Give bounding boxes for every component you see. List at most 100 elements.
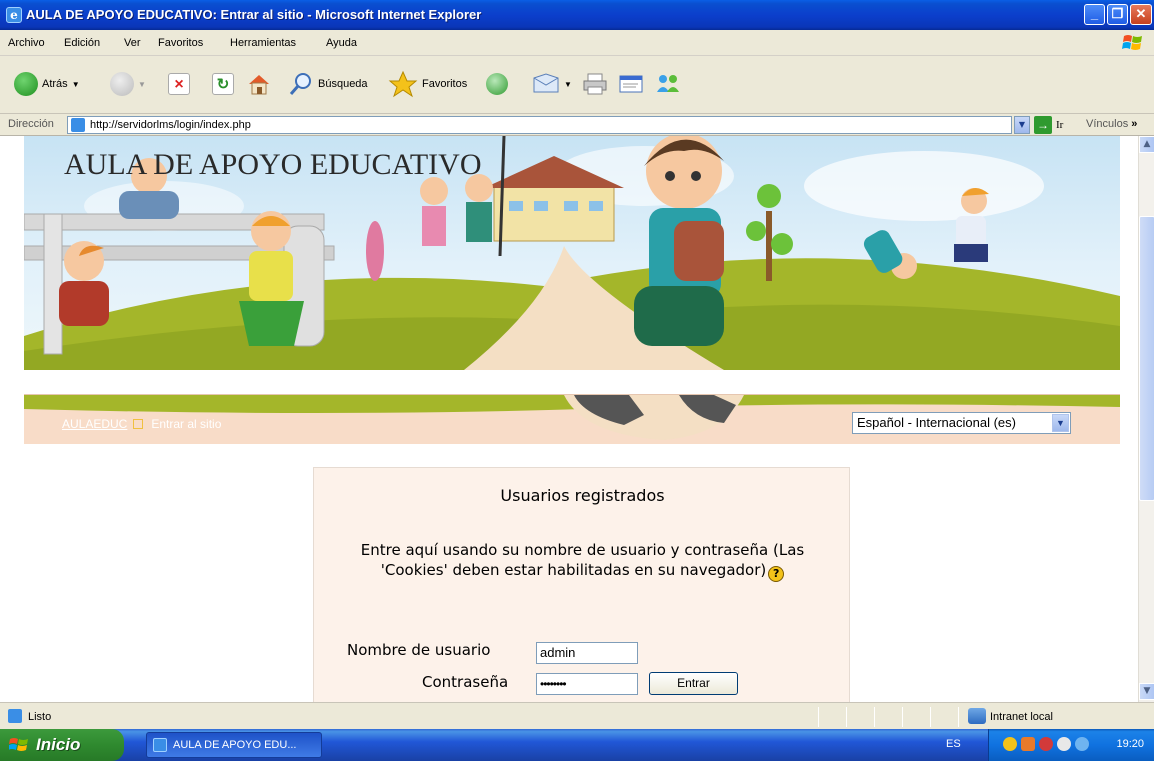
- back-button[interactable]: Atrás ▼: [14, 64, 80, 104]
- scroll-up-icon[interactable]: ▲: [1139, 136, 1154, 153]
- toolbar: Atrás ▼ ▼ × ↻ Búsqueda Favoritos ▼: [0, 56, 1154, 114]
- go-button[interactable]: → Ir: [1034, 116, 1063, 134]
- edit-button[interactable]: [618, 64, 644, 104]
- links-label: Vínculos: [1086, 118, 1129, 130]
- ie-icon: [153, 738, 167, 752]
- back-dropdown-icon[interactable]: ▼: [72, 80, 80, 89]
- messenger-button[interactable]: [654, 64, 682, 104]
- close-button[interactable]: ✕: [1130, 4, 1152, 25]
- url-input[interactable]: http://servidorlms/login/index.php: [67, 116, 1012, 134]
- status-divider: [930, 707, 931, 727]
- username-label: Nombre de usuario: [347, 641, 491, 659]
- back-arrow-icon: [14, 72, 38, 96]
- help-icon[interactable]: ?: [768, 566, 785, 582]
- address-dropdown-icon[interactable]: ▼: [1014, 116, 1030, 134]
- links-button[interactable]: Vínculos »: [1086, 118, 1137, 130]
- menu-archivo[interactable]: Archivo: [8, 37, 45, 49]
- favorites-label: Favoritos: [422, 78, 468, 90]
- intranet-zone-icon: [968, 708, 986, 724]
- maximize-button[interactable]: ❐: [1107, 4, 1128, 25]
- menu-bar: Archivo Edición Ver Favoritos Herramient…: [0, 30, 1154, 56]
- security-zone: Intranet local: [990, 711, 1053, 723]
- scroll-down-icon[interactable]: ▼: [1139, 683, 1154, 700]
- antivirus-icon[interactable]: [1039, 737, 1053, 751]
- status-divider: [902, 707, 903, 727]
- status-text: Listo: [28, 711, 52, 723]
- banner-gap: [24, 370, 1120, 394]
- header-banner: AULA DE APOYO EDUCATIVO: [24, 136, 1120, 370]
- site-title: AULA DE APOYO EDUCATIVO: [64, 148, 482, 181]
- messenger-icon: [657, 75, 679, 92]
- history-button[interactable]: [486, 64, 508, 104]
- username-input[interactable]: admin: [536, 642, 638, 664]
- print-button[interactable]: [582, 64, 608, 104]
- stop-button[interactable]: ×: [168, 64, 190, 104]
- go-label: Ir: [1056, 119, 1064, 131]
- vertical-scrollbar[interactable]: ▲ ▼: [1138, 136, 1154, 702]
- clock[interactable]: 19:20: [1116, 738, 1144, 750]
- windows-logo-icon: [1122, 35, 1142, 50]
- star-icon: [388, 70, 418, 98]
- mail-icon: [533, 73, 559, 93]
- password-input[interactable]: ••••••••: [536, 673, 638, 695]
- language-indicator[interactable]: ES: [946, 738, 961, 750]
- search-button[interactable]: Búsqueda: [288, 64, 368, 104]
- search-icon: [289, 73, 311, 95]
- refresh-button[interactable]: ↻: [212, 64, 234, 104]
- weather-icon[interactable]: [1057, 737, 1071, 751]
- forward-dropdown-icon[interactable]: ▼: [138, 80, 146, 89]
- search-label: Búsqueda: [318, 78, 368, 90]
- menu-ver[interactable]: Ver: [124, 37, 141, 49]
- network-icon[interactable]: [1021, 737, 1035, 751]
- volume-icon[interactable]: [1075, 737, 1089, 751]
- start-label: Inicio: [36, 735, 81, 754]
- back-label: Atrás: [42, 78, 68, 90]
- chevron-down-icon: ▼: [1052, 414, 1069, 432]
- mail-dropdown-icon[interactable]: ▼: [564, 80, 572, 89]
- taskbar-item-ie[interactable]: AULA DE APOYO EDU...: [146, 732, 322, 758]
- forward-button[interactable]: ▼: [110, 64, 146, 104]
- refresh-icon: ↻: [212, 73, 234, 95]
- window-titlebar[interactable]: e AULA DE APOYO EDUCATIVO: Entrar al sit…: [0, 0, 1154, 30]
- start-button[interactable]: Inicio: [0, 729, 124, 761]
- security-shield-icon[interactable]: [1003, 737, 1017, 751]
- scroll-thumb[interactable]: [1139, 216, 1154, 501]
- window-title: AULA DE APOYO EDUCATIVO: Entrar al sitio…: [26, 7, 482, 22]
- status-bar: Listo Intranet local: [0, 702, 1154, 729]
- mail-button[interactable]: ▼: [532, 64, 572, 104]
- login-box: Usuarios registrados Entre aquí usando s…: [313, 467, 850, 702]
- breadcrumb-current: Entrar al sitio: [151, 417, 222, 431]
- windows-flag-icon: [9, 738, 28, 751]
- forward-arrow-icon: [110, 72, 134, 96]
- status-divider: [846, 707, 847, 727]
- system-tray: 19:20: [988, 729, 1154, 761]
- stop-icon: ×: [168, 73, 190, 95]
- language-select[interactable]: Español - Internacional (es) ▼: [852, 412, 1071, 434]
- url-text: http://servidorlms/login/index.php: [90, 119, 251, 131]
- page-content: AULA DE APOYO EDUCATIVO AULAEDUC Entrar a…: [0, 136, 1138, 702]
- history-icon: [486, 73, 508, 95]
- breadcrumb-separator-icon: [133, 419, 144, 429]
- go-arrow-icon: →: [1034, 116, 1052, 134]
- login-instructions-text: Entre aquí usando su nombre de usuario y…: [360, 541, 805, 579]
- taskbar-item-label: AULA DE APOYO EDU...: [173, 739, 297, 751]
- menu-favoritos[interactable]: Favoritos: [158, 37, 203, 49]
- breadcrumb: AULAEDUC Entrar al sitio: [62, 417, 221, 431]
- status-divider: [818, 707, 819, 727]
- login-instructions: Entre aquí usando su nombre de usuario y…: [354, 540, 811, 582]
- login-submit-button[interactable]: Entrar: [649, 672, 738, 695]
- address-label: Dirección: [8, 118, 54, 130]
- address-bar: Dirección http://servidorlms/login/index…: [0, 114, 1154, 136]
- home-icon: [249, 75, 269, 95]
- menu-edicion[interactable]: Edición: [64, 37, 100, 49]
- home-button[interactable]: [246, 64, 272, 104]
- breadcrumb-home-link[interactable]: AULAEDUC: [62, 417, 127, 431]
- menu-herramientas[interactable]: Herramientas: [230, 37, 296, 49]
- favorites-button[interactable]: Favoritos: [388, 64, 467, 104]
- menu-ayuda[interactable]: Ayuda: [326, 37, 357, 49]
- minimize-button[interactable]: _: [1084, 4, 1105, 25]
- status-divider: [958, 707, 959, 727]
- page-icon: [71, 118, 85, 132]
- status-divider: [874, 707, 875, 727]
- taskbar: Inicio AULA DE APOYO EDU... ES 19:20: [0, 729, 1154, 761]
